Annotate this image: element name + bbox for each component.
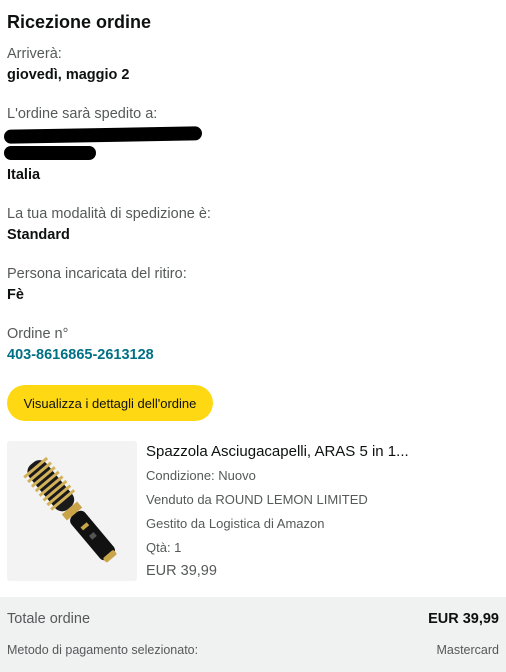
hair-dryer-brush-image bbox=[23, 456, 117, 563]
arrival-date: giovedì, maggio 2 bbox=[7, 67, 130, 83]
payment-method-label: Metodo di pagamento selezionato: bbox=[7, 643, 199, 657]
product-condition: Condizione: Nuovo bbox=[146, 468, 256, 483]
product-seller: Venduto da ROUND LEMON LIMITED bbox=[146, 492, 368, 507]
view-order-details-button[interactable]: Visualizza i dettagli dell'ordine bbox=[7, 385, 213, 421]
address-redaction bbox=[3, 126, 203, 144]
order-summary-footer: Totale ordine EUR 39,99 Metodo di pagame… bbox=[0, 597, 506, 672]
address-redaction bbox=[4, 146, 96, 160]
product-fulfillment: Gestito da Logistica di Amazon bbox=[146, 516, 325, 531]
shipping-method-label: La tua modalità di spedizione è: bbox=[7, 206, 211, 222]
product-image[interactable] bbox=[7, 441, 137, 581]
order-label: Ordine n° bbox=[7, 326, 69, 342]
shipping-method-value: Standard bbox=[7, 227, 70, 243]
payment-method-value: Mastercard bbox=[436, 643, 499, 657]
shipping-label: L'ordine sarà spedito a: bbox=[7, 106, 158, 122]
pickup-name: Fè bbox=[7, 287, 24, 303]
order-total-label: Totale ordine bbox=[7, 611, 91, 627]
product-price: EUR 39,99 bbox=[146, 563, 217, 579]
arrival-label: Arriverà: bbox=[7, 46, 62, 62]
order-number-link[interactable]: 403-8616865-2613128 bbox=[7, 347, 154, 363]
order-total-value: EUR 39,99 bbox=[428, 611, 499, 627]
product-quantity: Qtà: 1 bbox=[146, 540, 182, 555]
pickup-label: Persona incaricata del ritiro: bbox=[7, 266, 187, 282]
page-title: Ricezione ordine bbox=[7, 12, 152, 32]
shipping-country: Italia bbox=[7, 167, 41, 183]
product-title-link[interactable]: Spazzola Asciugacapelli, ARAS 5 in 1... bbox=[146, 443, 409, 460]
